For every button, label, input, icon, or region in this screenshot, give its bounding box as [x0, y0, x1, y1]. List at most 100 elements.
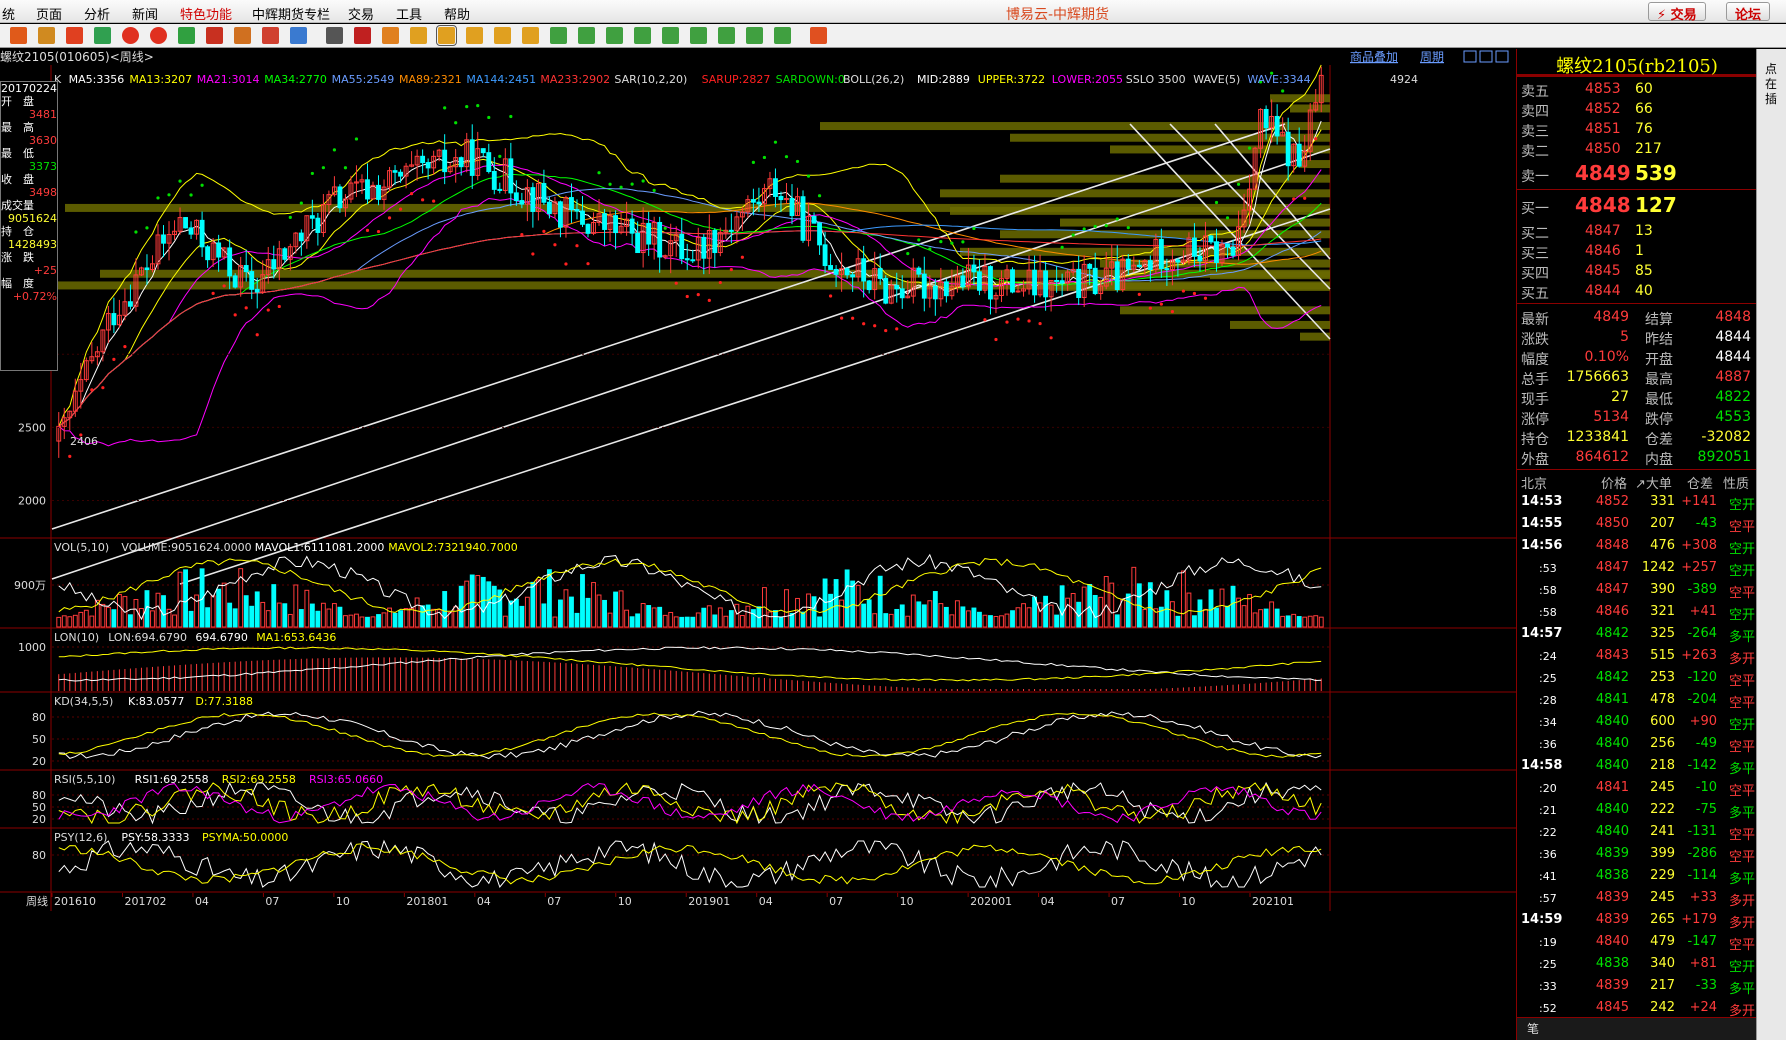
day-period-icon[interactable] [410, 27, 427, 44]
sar-dot [1170, 310, 1174, 314]
home-icon[interactable] [10, 27, 27, 44]
refresh-icon[interactable] [94, 27, 111, 44]
sar-dot [387, 216, 392, 220]
sar-dot [365, 228, 370, 232]
4hour-icon[interactable] [746, 27, 763, 44]
week-period-icon[interactable] [436, 25, 457, 46]
volume-bar [1291, 613, 1297, 628]
trend-line [51, 123, 1286, 530]
candle-body [1043, 270, 1049, 298]
copy-icon[interactable] [178, 27, 195, 44]
menu-system[interactable]: 统 [2, 4, 15, 23]
tick-nature: 空平 [1728, 938, 1755, 953]
volume-bar [348, 614, 354, 628]
candle-body [1125, 258, 1131, 270]
menu-features[interactable]: 特色功能 [180, 4, 232, 23]
tick-volume: 265 [1650, 912, 1675, 927]
tick-oi-change: +308 [1681, 538, 1717, 553]
tick-price: 4842 [1595, 670, 1629, 685]
menu-column[interactable]: 中辉期货专栏 [252, 4, 330, 23]
30min-icon[interactable] [662, 27, 679, 44]
panel-legend-item: D:77.3188 [195, 695, 253, 708]
tick-nature: 多开 [1728, 916, 1755, 931]
menu-page[interactable]: 页面 [36, 4, 62, 23]
candle-body [1192, 237, 1197, 257]
book-divider [1517, 189, 1757, 190]
volume-bar [739, 615, 745, 628]
tick-volume: 390 [1650, 582, 1675, 597]
volume-bar [469, 574, 475, 628]
tick-time: :25 [1539, 672, 1557, 685]
table-icon[interactable] [326, 27, 343, 44]
stats-divider [1517, 469, 1757, 470]
month-period-icon[interactable] [466, 27, 483, 44]
15min-icon[interactable] [634, 27, 651, 44]
volume-bar [309, 603, 315, 628]
1min-icon[interactable] [550, 27, 567, 44]
tick-nature: 空平 [1728, 520, 1755, 535]
window-tile-icon[interactable] [1479, 50, 1493, 63]
panel-axis-label: 50 [32, 733, 46, 746]
tab-ticks[interactable]: 笔 [1527, 1020, 1539, 1037]
candle-body [398, 171, 403, 177]
candle-body [844, 268, 850, 276]
volume-bar [982, 614, 988, 628]
folder-icon[interactable] [38, 27, 55, 44]
volume-bar [1092, 594, 1098, 628]
5min-icon[interactable] [606, 27, 623, 44]
pin-icon[interactable] [262, 27, 279, 44]
pen-icon[interactable] [206, 27, 223, 44]
quarter-period-icon[interactable] [494, 27, 511, 44]
2hour-icon[interactable] [718, 27, 735, 44]
menu-help[interactable]: 帮助 [444, 4, 470, 23]
kline-chart-area[interactable]: 螺纹2105(010605)<周线> 商品叠加 周期 K MA5:3356 MA13… [0, 49, 1516, 1040]
tick-volume: 600 [1650, 714, 1675, 729]
volume-bar [1043, 595, 1049, 628]
panel-axis-label: 80 [32, 849, 46, 862]
menu-news[interactable]: 新闻 [132, 4, 158, 23]
60min-icon[interactable] [690, 27, 707, 44]
new-icon[interactable] [290, 27, 307, 44]
kline-chart[interactable]: 螺纹2105(010605)<周线> 商品叠加 周期 K MA5:3356 MA13… [0, 49, 1516, 1040]
stat-value: 4844 [1715, 349, 1751, 365]
sar-dot [928, 247, 932, 251]
tick-chart-icon[interactable] [382, 27, 399, 44]
volume-bar [602, 599, 607, 628]
line-chart-icon[interactable] [354, 27, 371, 44]
volume-bar [1015, 607, 1021, 628]
tick-time: 14:56 [1521, 538, 1563, 553]
menu-tools[interactable]: 工具 [396, 4, 422, 23]
forum-button[interactable]: 论坛 [1726, 2, 1771, 23]
oscillator-line [58, 646, 1322, 682]
menu-trade[interactable]: 交易 [348, 4, 374, 23]
custom-period-icon[interactable] [522, 27, 539, 44]
tick-oi-change: -114 [1687, 868, 1717, 883]
3min-icon[interactable] [578, 27, 595, 44]
book-icon[interactable] [66, 27, 83, 44]
volume-bar [558, 599, 563, 628]
tick-row: :25 4842 253 -120 空平 [1517, 667, 1757, 689]
sar-dot [123, 345, 127, 349]
volume-bar [552, 616, 558, 628]
stat-row: 涨跌 5 昨结 4844 [1517, 327, 1757, 348]
arbitrary-icon[interactable] [774, 27, 791, 44]
menu-analysis[interactable]: 分析 [84, 4, 110, 23]
calculator-icon[interactable] [810, 27, 827, 44]
quote-title[interactable]: 螺纹2105(rb2105) [1517, 49, 1757, 77]
trade-button[interactable]: ⚡ 交易 [1648, 2, 1706, 23]
window-restore-icon[interactable] [1463, 50, 1477, 63]
period-link[interactable]: 周期 [1420, 50, 1444, 64]
volume-bar [172, 614, 177, 628]
brush-icon[interactable] [234, 27, 251, 44]
sar-dot [409, 192, 414, 196]
overlay-link[interactable]: 商品叠加 [1350, 49, 1398, 64]
ask-price: 4853 [1585, 81, 1621, 97]
window-max-icon[interactable] [1495, 50, 1509, 63]
zoom-in-icon[interactable] [122, 27, 139, 44]
zoom-out-icon[interactable] [150, 27, 167, 44]
right-side-strip[interactable]: 点 在 插 [1756, 49, 1786, 1040]
candle-body [988, 266, 993, 300]
sar-dot [784, 155, 789, 159]
bid-volume: 1 [1635, 243, 1644, 259]
sar-dot [222, 284, 226, 288]
